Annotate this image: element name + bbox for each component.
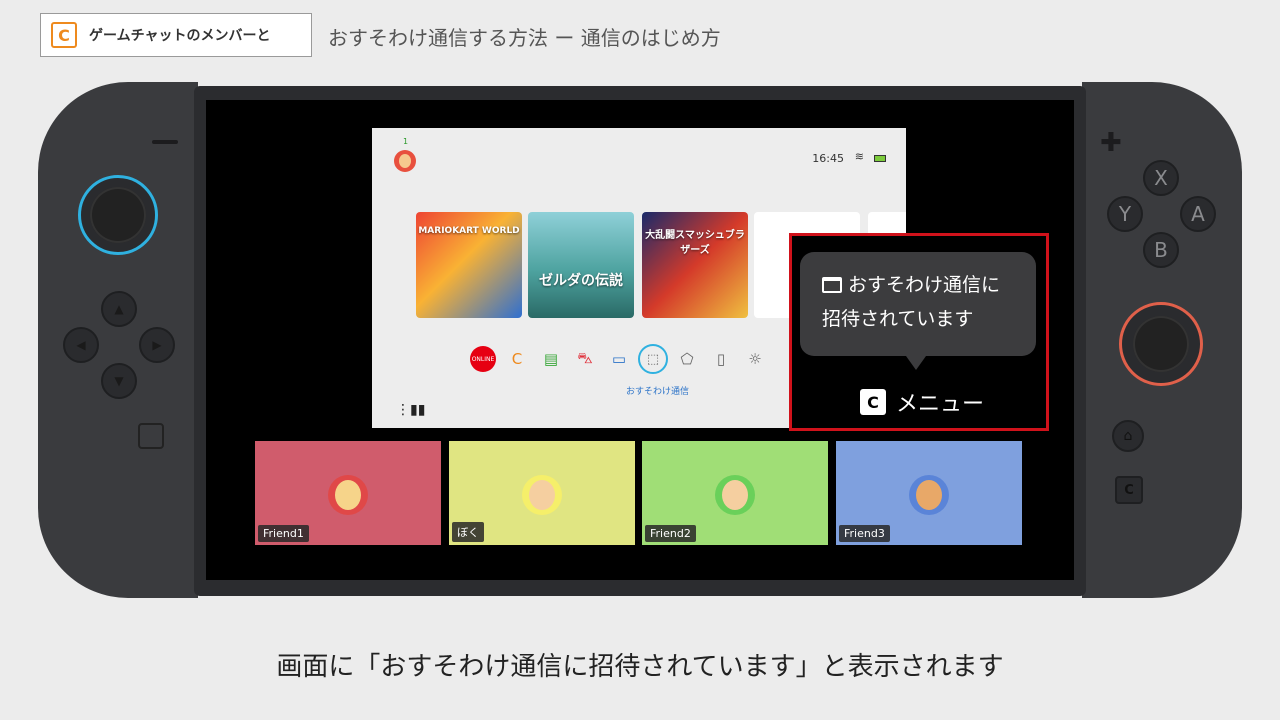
minus-button[interactable] bbox=[152, 140, 178, 144]
device-icon[interactable]: ▯ bbox=[704, 342, 738, 376]
news-icon[interactable]: ▤ bbox=[534, 342, 568, 376]
eshop-icon[interactable]: ⛍ bbox=[568, 342, 602, 376]
friend-card[interactable]: Friend3 bbox=[836, 441, 1022, 545]
left-stick[interactable] bbox=[78, 175, 158, 255]
avatar bbox=[909, 475, 949, 515]
gameshare-icon bbox=[822, 277, 842, 293]
friend-name: Friend3 bbox=[839, 525, 890, 542]
menu-button[interactable]: C メニュー bbox=[860, 386, 984, 418]
arrow-left-icon: ◀ bbox=[76, 338, 86, 352]
a-button[interactable]: A bbox=[1180, 196, 1216, 232]
game-tile-mariokart[interactable]: MARIOKART WORLD bbox=[416, 212, 522, 318]
friend-name: Friend1 bbox=[258, 525, 309, 542]
settings-icon[interactable]: ☼ bbox=[738, 342, 772, 376]
friend-card[interactable]: Friend2 bbox=[642, 441, 828, 545]
avatar bbox=[715, 475, 755, 515]
arrow-right-icon: ▶ bbox=[152, 338, 162, 352]
c-button[interactable]: C bbox=[1115, 476, 1143, 504]
capture-button[interactable] bbox=[138, 423, 164, 449]
dpad-up-button[interactable]: ▲ bbox=[101, 291, 137, 327]
c-button-icon: C bbox=[860, 389, 886, 415]
game-title: MARIOKART WORLD bbox=[418, 226, 520, 236]
controllers-icon[interactable]: ⬠ bbox=[670, 342, 704, 376]
arrow-up-icon: ▲ bbox=[114, 302, 124, 316]
b-button[interactable]: B bbox=[1143, 232, 1179, 268]
dock-selected-caption: おすそわけ通信 bbox=[626, 387, 690, 397]
wifi-icon: ≋ bbox=[854, 150, 864, 163]
friend-name: Friend2 bbox=[645, 525, 696, 542]
plus-button[interactable]: ✚ bbox=[1100, 128, 1122, 158]
user-count: 1 bbox=[403, 137, 409, 146]
game-tile-zelda[interactable]: ゼルダの伝説 bbox=[528, 212, 634, 318]
x-button[interactable]: X bbox=[1143, 160, 1179, 196]
avatar bbox=[522, 475, 562, 515]
menu-label: メニュー bbox=[896, 392, 985, 417]
friend-card[interactable]: Friend1 bbox=[255, 441, 441, 545]
gamechat-icon[interactable]: C bbox=[500, 342, 534, 376]
header-badge: C ゲームチャットのメンバーと bbox=[40, 13, 312, 57]
user-avatar[interactable] bbox=[394, 150, 416, 172]
game-title: 大乱闘スマッシュブラザーズ bbox=[645, 230, 745, 256]
invitation-line2: 招待されています bbox=[822, 308, 974, 330]
friend-name: ぼく bbox=[452, 522, 484, 542]
dpad-right-button[interactable]: ▶ bbox=[139, 327, 175, 363]
avatar bbox=[328, 475, 368, 515]
gameshare-icon[interactable]: ⬚ bbox=[638, 344, 668, 374]
right-stick[interactable] bbox=[1119, 302, 1203, 386]
caption-text: 画面に「おすそわけ通信に招待されています」と表示されます bbox=[276, 652, 1004, 682]
dpad-down-button[interactable]: ▼ bbox=[101, 363, 137, 399]
invitation-highlight: おすそわけ通信に 招待されています C メニュー bbox=[789, 233, 1049, 431]
friend-card[interactable]: ぼく bbox=[449, 441, 635, 545]
dpad-left-button[interactable]: ◀ bbox=[63, 327, 99, 363]
home-button[interactable]: ⌂ bbox=[1112, 420, 1144, 452]
home-icon: ⌂ bbox=[1123, 428, 1133, 444]
page-title: おすそわけ通信する方法 ー 通信のはじめ方 bbox=[328, 26, 721, 50]
battery-icon bbox=[874, 155, 886, 162]
c-button-icon: C bbox=[51, 22, 77, 48]
joycon-status-icon: ⋮▮▮ bbox=[396, 402, 426, 418]
header-badge-text: ゲームチャットのメンバーと bbox=[89, 28, 271, 44]
nintendo-online-icon[interactable]: ONLINE bbox=[470, 346, 496, 372]
game-tile-smash[interactable]: 大乱闘スマッシュブラザーズ bbox=[642, 212, 748, 318]
invitation-line1: おすそわけ通信に bbox=[848, 274, 1001, 296]
album-icon[interactable]: ▭ bbox=[602, 342, 636, 376]
arrow-down-icon: ▼ bbox=[114, 374, 124, 388]
invitation-bubble: おすそわけ通信に 招待されています bbox=[800, 252, 1036, 370]
y-button[interactable]: Y bbox=[1107, 196, 1143, 232]
status-time: 16:45 bbox=[812, 152, 844, 165]
home-dock: ONLINE C ▤ ⛍ ▭ ⬚ ⬠ ▯ ☼ bbox=[466, 342, 772, 376]
game-title: ゼルダの伝説 bbox=[539, 273, 623, 289]
